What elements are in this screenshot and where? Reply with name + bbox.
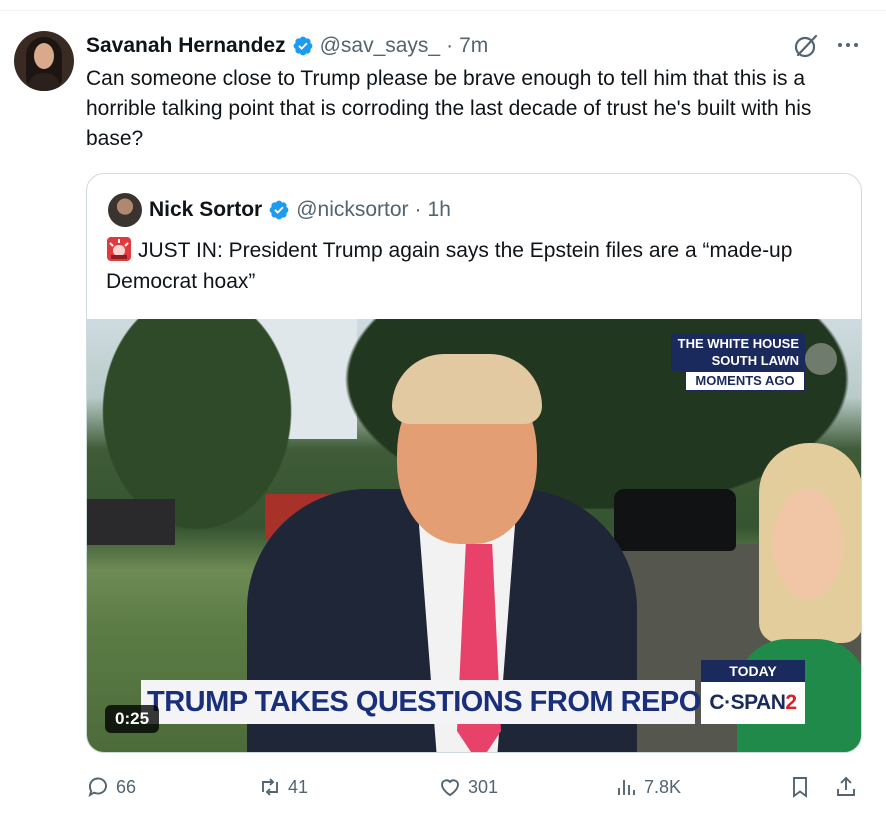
separator: ·: [414, 198, 422, 221]
quote-author-handle[interactable]: @nicksortor: [296, 198, 408, 222]
views-button[interactable]: 7.8K: [614, 770, 681, 804]
quote-header: Nick Sortor @nicksortor · 1h: [149, 194, 451, 226]
like-count: 301: [468, 776, 499, 797]
more-icon[interactable]: [836, 40, 860, 50]
author-handle[interactable]: @sav_says_: [320, 34, 441, 58]
separator: ·: [446, 34, 454, 57]
reply-icon: [88, 777, 107, 798]
quote-text-block: JUST IN: President Trump again says the …: [106, 235, 846, 297]
views-count: 7.8K: [644, 776, 682, 797]
network-logo: C·SPAN2: [701, 682, 805, 724]
location-line1: THE WHITE HOUSE: [677, 336, 799, 351]
timing-label: MOMENTS AGO: [685, 371, 805, 391]
bookmark-button[interactable]: [788, 770, 812, 804]
quote-text: JUST IN: President Trump again says the …: [106, 239, 793, 293]
quote-author-name[interactable]: Nick Sortor: [149, 198, 262, 222]
avatar[interactable]: [14, 31, 74, 91]
today-label: TODAY: [701, 660, 805, 682]
action-bar: 66 41 301 7.8K: [86, 770, 866, 804]
share-icon: [837, 776, 855, 796]
bookmark-icon: [793, 777, 807, 798]
play-icon[interactable]: [805, 343, 837, 375]
location-badge: THE WHITE HOUSE SOUTH LAWN MOMENTS AGO: [671, 333, 805, 391]
share-button[interactable]: [834, 770, 858, 804]
verified-badge-icon: [293, 36, 312, 56]
divider: [0, 10, 886, 11]
reply-button[interactable]: 66: [86, 770, 136, 804]
tweet-header: Savanah Hernandez @sav_says_ · 7m: [86, 31, 488, 61]
siren-icon: [107, 237, 131, 261]
quote-avatar[interactable]: [108, 193, 142, 227]
repost-button[interactable]: 41: [258, 770, 308, 804]
headline-banner: TRUMP TAKES QUESTIONS FROM REPORTERS: [141, 680, 797, 724]
timestamp[interactable]: 7m: [459, 34, 488, 58]
author-name[interactable]: Savanah Hernandez: [86, 34, 286, 58]
like-icon: [441, 779, 459, 797]
tweet-text: Can someone close to Trump please be bra…: [86, 67, 812, 150]
reply-count: 66: [116, 776, 137, 797]
like-button[interactable]: 301: [438, 770, 498, 804]
grok-icon[interactable]: [793, 33, 819, 59]
video-player[interactable]: THE WHITE HOUSE SOUTH LAWN MOMENTS AGO T…: [87, 319, 861, 752]
location-line2: SOUTH LAWN: [711, 353, 799, 368]
repost-icon: [262, 778, 278, 796]
quote-timestamp[interactable]: 1h: [428, 198, 451, 222]
repost-count: 41: [288, 776, 309, 797]
network-suffix: 2: [785, 691, 797, 714]
video-duration: 0:25: [105, 705, 160, 733]
views-icon: [618, 780, 635, 795]
quoted-tweet[interactable]: Nick Sortor @nicksortor · 1h JUST IN: Pr…: [86, 173, 862, 753]
network-main: C·SPAN: [709, 691, 786, 714]
verified-badge-icon: [269, 200, 289, 220]
